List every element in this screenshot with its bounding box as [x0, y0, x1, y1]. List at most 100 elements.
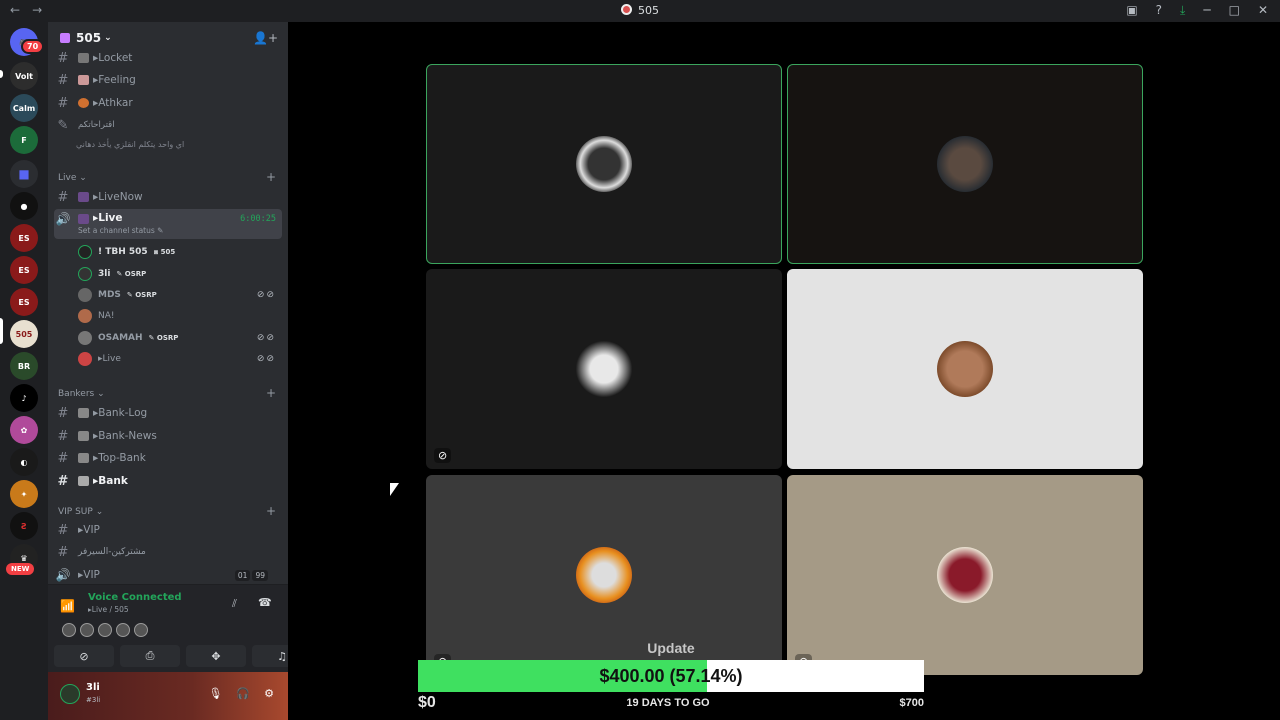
user-controls: 🎙 🎧 ⚙	[208, 687, 274, 700]
thread-item[interactable]: اي واحد يتكلم انقلزي يأخذ دهاني	[76, 140, 184, 149]
add-channel-icon[interactable]: +	[266, 170, 276, 184]
add-channel-icon[interactable]: +	[266, 386, 276, 400]
category-bankers[interactable]: Bankers ⌄	[58, 389, 105, 399]
channel-livenow[interactable]: # ▸LiveNow	[54, 187, 282, 207]
server-icon[interactable]: ES	[10, 288, 38, 316]
server-icon[interactable]: BR	[10, 352, 38, 380]
close-icon[interactable]: ✕	[1258, 3, 1268, 18]
channel-emoji-icon	[78, 192, 89, 202]
voice-user[interactable]: 3li ✎ OSRP	[78, 265, 278, 283]
participant-tile[interactable]	[426, 64, 782, 264]
voice-connected-label[interactable]: Voice Connected	[88, 592, 182, 603]
help-icon[interactable]: ?	[1156, 3, 1162, 18]
avatar	[78, 288, 92, 302]
camera-off-icon: ⊘	[434, 448, 452, 463]
server-icon[interactable]: ES	[10, 256, 38, 284]
forum-channel-suggestions[interactable]: ✎ اقتراحاتكم	[54, 115, 282, 135]
participant-tile[interactable]: ⊘	[426, 269, 782, 469]
channel-emoji-icon	[78, 214, 89, 224]
channel-subscribers[interactable]: # مشتركين-السيرفر	[54, 542, 282, 562]
avatar	[98, 623, 112, 637]
voice-user[interactable]: OSAMAH ✎ OSRP ⊘⊘	[78, 329, 278, 347]
cast-icon[interactable]: ▣	[1126, 3, 1137, 18]
user-tag: ✎ OSRP	[148, 334, 179, 342]
category-live[interactable]: Live ⌄	[58, 173, 87, 183]
voice-channel-vip[interactable]: 🔊 ▸VIP 01 99	[54, 565, 282, 585]
server-icon-505[interactable]: 505	[10, 320, 38, 348]
unread-pip	[0, 70, 3, 78]
participant-tile[interactable]	[787, 269, 1143, 469]
avatar	[78, 245, 92, 259]
voice-channel-live[interactable]: 🔊 ▸Live 6:00:25 Set a channel status ✎	[54, 209, 282, 239]
server-icon[interactable]: Ƨ	[10, 512, 38, 540]
voice-user[interactable]: ▸Live ⊘⊘	[78, 350, 278, 368]
participant-tile[interactable]	[787, 64, 1143, 264]
window-controls: ▣ ? ⤓ ─ □ ✕	[1126, 3, 1268, 18]
avatar[interactable]	[60, 684, 80, 704]
channel-bank-log[interactable]: # ▸Bank-Log	[54, 403, 282, 423]
avatar	[576, 341, 632, 397]
new-badge: NEW	[6, 563, 35, 575]
hash-icon: #	[57, 72, 69, 88]
channel-athkar[interactable]: # ▸Athkar	[54, 93, 282, 113]
server-icon[interactable]: Volt	[10, 62, 38, 90]
voice-user[interactable]: ! TBH 505 ⧈ 505	[78, 243, 278, 261]
voice-user[interactable]: NA!	[78, 307, 278, 325]
voice-stage: ⊘ ⊘ ⊘	[288, 22, 1280, 720]
invite-people-icon[interactable]: 👤+	[253, 31, 278, 45]
maximize-icon[interactable]: □	[1229, 3, 1240, 18]
server-icon[interactable]: ♪	[10, 384, 38, 412]
user-tag: ⧈ 505	[153, 247, 176, 256]
channel-feeling[interactable]: # ▸Feeling	[54, 70, 282, 90]
server-icon[interactable]: ●	[10, 192, 38, 220]
hash-icon: #	[57, 428, 69, 444]
folder-icon[interactable]: ■	[10, 160, 38, 188]
activities-icon: ✥	[211, 649, 221, 663]
server-glyph-icon	[621, 4, 632, 15]
screen-share-button[interactable]: ⎙	[120, 645, 180, 667]
avatar	[937, 547, 993, 603]
server-icon[interactable]: ◐	[10, 448, 38, 476]
minimize-icon[interactable]: ─	[1203, 3, 1210, 18]
add-channel-icon[interactable]: +	[266, 504, 276, 518]
avatar	[78, 331, 92, 345]
channel-bank[interactable]: # ▸Bank	[54, 471, 282, 491]
channel-locket[interactable]: # ▸Locket	[54, 48, 282, 68]
donation-progress-bar: $400.00 (57.14%)	[418, 660, 924, 692]
settings-gear-icon[interactable]: ⚙	[264, 687, 274, 700]
camera-off-button[interactable]: ⊘	[54, 645, 114, 667]
category-vip-sup[interactable]: VIP SUP ⌄	[58, 507, 103, 517]
server-icon[interactable]: ES	[10, 224, 38, 252]
hash-icon: #	[57, 405, 69, 421]
user-limit-pill: 01 99	[234, 569, 268, 581]
back-arrow-icon[interactable]: ←	[10, 3, 20, 17]
hash-icon: #	[57, 189, 69, 205]
channel-status[interactable]: Set a channel status ✎	[78, 226, 163, 235]
server-icon[interactable]: ✿	[10, 416, 38, 444]
disconnect-icon[interactable]: ☎	[258, 596, 272, 609]
avatar	[576, 136, 632, 192]
username[interactable]: 3li	[86, 682, 100, 693]
noise-suppression-icon[interactable]: ⫽	[232, 597, 237, 611]
forward-arrow-icon[interactable]: →	[32, 3, 42, 17]
channel-bank-news[interactable]: # ▸Bank-News	[54, 426, 282, 446]
server-icon[interactable]: F	[10, 126, 38, 154]
server-icon[interactable]: ✦	[10, 480, 38, 508]
speaker-icon: 🔊	[55, 212, 71, 226]
hash-icon: #	[57, 522, 69, 538]
server-icon[interactable]: Calm	[10, 94, 38, 122]
avatar	[116, 623, 130, 637]
avatar	[78, 309, 92, 323]
voice-user[interactable]: MDS ✎ OSRP ⊘⊘	[78, 286, 278, 304]
user-tag: ✎ OSRP	[126, 291, 157, 299]
headphones-icon[interactable]: 🎧	[236, 687, 250, 700]
activities-button[interactable]: ✥	[186, 645, 246, 667]
channel-vip[interactable]: # ▸VIP	[54, 520, 282, 540]
donation-amount: $400.00 (57.14%)	[599, 666, 743, 686]
signal-icon[interactable]: 📶	[60, 599, 75, 613]
download-icon[interactable]: ⤓	[1180, 3, 1185, 18]
voice-channel-path[interactable]: ▸Live / 505	[88, 605, 129, 614]
voice-participants	[62, 623, 148, 637]
channel-top-bank[interactable]: # ▸Top-Bank	[54, 448, 282, 468]
microphone-icon[interactable]: 🎙	[208, 687, 222, 700]
